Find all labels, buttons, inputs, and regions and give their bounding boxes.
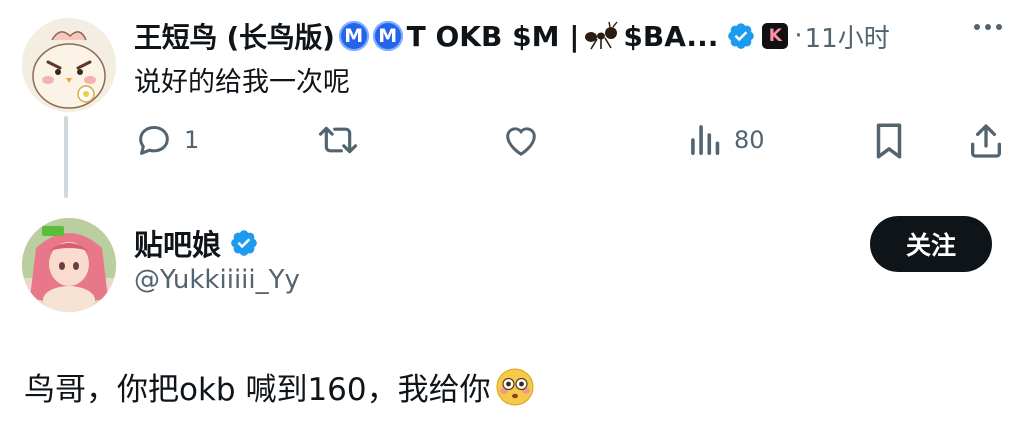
reply-header: 王短鸟 (长鸟版) M M T OKB $M | $BA... K · 11小时 (134, 14, 890, 58)
chick-avatar-image (22, 18, 116, 112)
action-bar: 1 80 (0, 116, 1032, 166)
more-options-icon[interactable] (974, 24, 1002, 30)
views-button[interactable]: 80 (688, 120, 765, 160)
display-name-suffix[interactable]: T OKB $M | (407, 20, 580, 53)
anime-girl-avatar-image (22, 218, 116, 312)
verified-badge-icon (726, 21, 756, 51)
reply-button[interactable]: 1 (134, 120, 199, 160)
avatar-tiebaniang[interactable] (22, 218, 116, 312)
more-dot (996, 24, 1002, 30)
repost-button[interactable] (316, 120, 360, 160)
more-dot (985, 24, 991, 30)
quoted-header: 贴吧娘 (134, 222, 259, 264)
display-name[interactable]: 王短鸟 (长鸟版) (134, 16, 335, 56)
post-text: 鸟哥，你把okb 喊到160，我给你 (24, 372, 491, 408)
bookmark-icon (876, 123, 902, 159)
display-name-token[interactable]: $BA... (623, 20, 718, 53)
m-badge-icon: M (372, 21, 403, 51)
ant-emoji-icon (583, 21, 619, 51)
m-badge-icon: M (338, 21, 369, 51)
share-button[interactable] (966, 120, 1006, 162)
view-count: 80 (734, 126, 765, 154)
heart-icon (506, 127, 536, 156)
flushed-face-emoji-icon (495, 367, 535, 407)
follow-button[interactable]: 关注 (870, 216, 992, 272)
reply-count: 1 (184, 126, 200, 154)
more-dot (974, 24, 980, 30)
display-name[interactable]: 贴吧娘 (134, 222, 221, 264)
share-icon (971, 124, 1001, 158)
k-badge-icon: K (762, 23, 789, 49)
reply-text: 说好的给我一次呢 (134, 67, 350, 98)
repost-icon (318, 126, 358, 154)
user-handle[interactable]: @Yukkiiiii_Yy (134, 265, 300, 295)
timestamp[interactable]: 11小时 (805, 18, 890, 55)
avatar-wangduanniao[interactable] (22, 18, 116, 112)
like-button[interactable] (500, 120, 542, 160)
reply-icon (139, 126, 169, 155)
separator-dot: · (794, 21, 803, 51)
verified-badge-icon (229, 228, 259, 258)
analytics-icon (691, 125, 720, 155)
post-text-container: 鸟哥，你把okb 喊到160，我给你 (24, 364, 535, 409)
bookmark-button[interactable] (870, 120, 908, 162)
